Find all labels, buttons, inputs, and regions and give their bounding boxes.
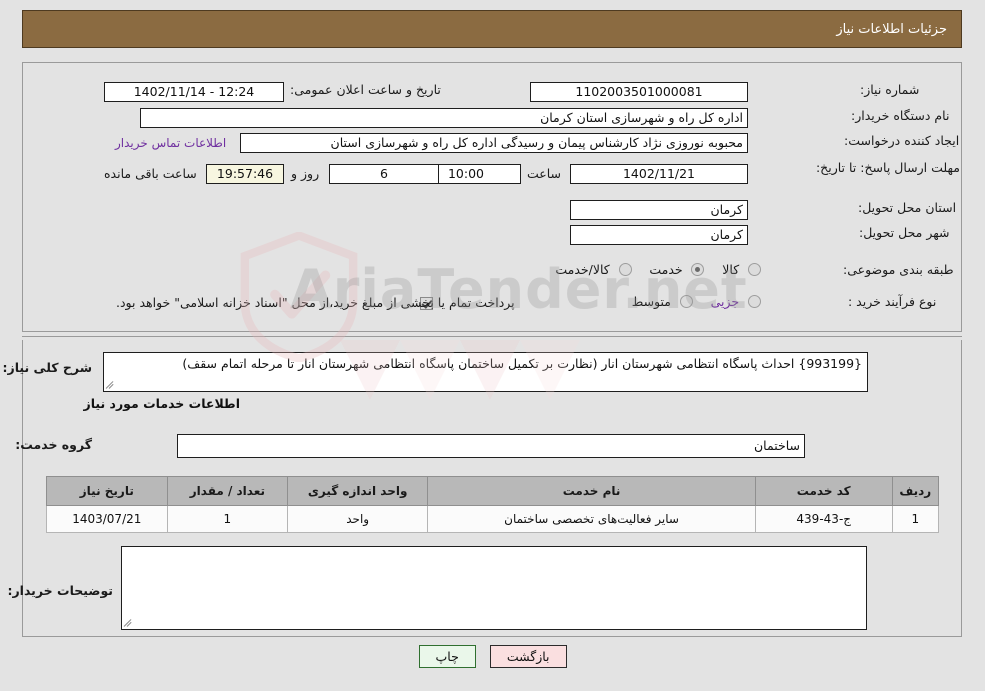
- process-radio-1-label: متوسط: [631, 294, 671, 309]
- city-label: شهر محل تحویل:: [859, 225, 950, 240]
- resize-grip-icon[interactable]: [105, 380, 116, 390]
- province-field[interactable]: کرمان: [570, 200, 748, 220]
- deadline-date-field[interactable]: 1402/11/21: [570, 164, 748, 184]
- services-section-title: اطلاعات خدمات مورد نیاز: [83, 396, 241, 411]
- col-name: نام خدمت: [427, 476, 756, 506]
- process-label: نوع فرآیند خرید :: [848, 294, 937, 309]
- table-header-row: ردیف کد خدمت نام خدمت واحد اندازه گیری ت…: [46, 476, 940, 506]
- description-label: شرح کلی نیاز:: [2, 360, 92, 375]
- page-title: جزئیات اطلاعات نیاز: [836, 21, 947, 37]
- service-group-field[interactable]: ساختمان: [177, 434, 805, 458]
- requester-row: ایجاد کننده درخواست:: [844, 133, 959, 150]
- need-number-field[interactable]: 1102003501000081: [530, 82, 748, 102]
- category-radio-2[interactable]: [618, 263, 632, 276]
- buyer-contact-link[interactable]: اطلاعات تماس خریدار: [115, 136, 226, 150]
- buyer-org-row: نام دستگاه خریدار:: [851, 108, 949, 125]
- print-button[interactable]: چاپ: [418, 645, 476, 668]
- category-row: طبقه بندی موضوعی:: [843, 262, 954, 279]
- category-radio-0-label: کالا: [722, 262, 740, 277]
- description-value: {993199} احداث پاسگاه انتظامی شهرستان ان…: [182, 356, 862, 371]
- buyer-notes-label: توضیحات خریدار:: [7, 583, 113, 598]
- col-qty: تعداد / مقدار: [166, 476, 289, 506]
- panel-divider: [22, 336, 962, 337]
- cell-code: ج-43-439: [754, 505, 893, 533]
- buyer-org-field[interactable]: اداره کل راه و شهرسازی استان کرمان: [140, 108, 748, 128]
- panel-bottom-divider: [22, 636, 962, 637]
- category-radio-group: کالا خدمت کالا/خدمت: [541, 262, 761, 277]
- category-radio-1[interactable]: [691, 263, 705, 276]
- city-field[interactable]: کرمان: [570, 225, 748, 245]
- process-row: نوع فرآیند خرید :: [848, 294, 936, 311]
- province-row: استان محل تحویل:: [858, 200, 956, 217]
- description-textarea[interactable]: {993199} احداث پاسگاه انتظامی شهرستان ان…: [103, 352, 868, 392]
- remaining-days-field[interactable]: 6: [329, 164, 439, 184]
- action-button-bar: بازگشت چاپ: [0, 645, 985, 668]
- cell-name: سایر فعالیت‌های تخصصی ساختمان: [427, 505, 756, 533]
- resize-grip-icon[interactable]: [123, 618, 134, 628]
- category-radio-0[interactable]: [748, 263, 761, 276]
- cell-radif: 1: [891, 505, 940, 533]
- back-button[interactable]: بازگشت: [489, 645, 567, 668]
- services-table: ردیف کد خدمت نام خدمت واحد اندازه گیری ت…: [46, 476, 940, 533]
- announce-datetime-label: تاریخ و ساعت اعلان عمومی:: [290, 82, 441, 97]
- need-info-panel: [22, 62, 962, 332]
- service-group-label: گروه خدمت:: [15, 437, 92, 452]
- page-header: جزئیات اطلاعات نیاز: [22, 10, 962, 48]
- province-label: استان محل تحویل:: [858, 200, 957, 215]
- city-row: شهر محل تحویل:: [859, 225, 949, 242]
- announce-datetime-row: تاریخ و ساعت اعلان عمومی:: [290, 82, 441, 99]
- need-number-label: شماره نیاز:: [860, 82, 920, 97]
- category-label: طبقه بندی موضوعی:: [843, 262, 954, 277]
- deadline-label: مهلت ارسال پاسخ: تا تاریخ:: [815, 160, 960, 175]
- category-radio-2-label: کالا/خدمت: [555, 262, 610, 277]
- need-number-row: شماره نیاز:: [860, 82, 919, 99]
- cell-need-date: 1403/07/21: [46, 505, 168, 533]
- process-radio-0[interactable]: [748, 295, 761, 308]
- col-code: کد خدمت: [754, 476, 893, 506]
- requester-field[interactable]: محبوبه نوروزی نژاد کارشناس پیمان و رسیدگ…: [240, 133, 748, 153]
- deadline-row: مهلت ارسال پاسخ: تا تاریخ:: [816, 160, 960, 176]
- process-radio-1[interactable]: [679, 295, 693, 308]
- requester-label: ایجاد کننده درخواست:: [844, 133, 960, 148]
- announce-datetime-field[interactable]: 1402/11/14 - 12:24: [104, 82, 284, 102]
- buyer-org-label: نام دستگاه خریدار:: [851, 108, 950, 123]
- remaining-suffix-label: ساعت باقی مانده: [104, 166, 197, 181]
- col-unit: واحد اندازه گیری: [287, 476, 429, 506]
- deadline-hour-label: ساعت: [526, 166, 561, 181]
- buyer-notes-textarea[interactable]: [121, 546, 867, 630]
- process-radio-group: جزیی متوسط: [618, 294, 761, 309]
- process-radio-0-label: جزیی: [710, 294, 740, 309]
- cell-qty: 1: [166, 505, 289, 533]
- treasury-text: پرداخت تمام یا بخشی از مبلغ خرید،از محل …: [116, 295, 515, 310]
- category-radio-1-label: خدمت: [649, 262, 683, 277]
- table-row: 1 ج-43-439 سایر فعالیت‌های تخصصی ساختمان…: [46, 505, 940, 533]
- col-radif: ردیف: [891, 476, 940, 506]
- col-date: تاریخ نیاز: [46, 476, 168, 506]
- cell-unit: واحد: [287, 505, 429, 533]
- remaining-days-label: روز و: [291, 166, 320, 181]
- remaining-timer-field: 19:57:46: [206, 164, 284, 184]
